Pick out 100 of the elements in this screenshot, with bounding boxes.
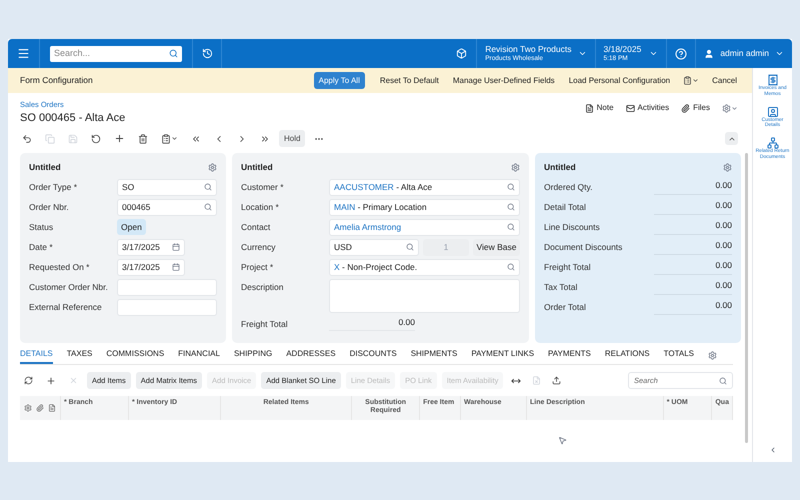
tab[interactable]: TAXES [66,346,92,364]
scrollbar[interactable] [745,152,748,443]
tab[interactable]: ADDRESSES [286,346,336,364]
header-action[interactable]: Files [681,102,710,114]
lookup-field[interactable]: MAIN - Primary Location [329,198,520,216]
field-label: Status [29,220,54,234]
history-icon[interactable] [202,48,212,59]
search-icon [507,223,515,231]
field-label: Line Discounts [544,220,601,234]
field-label: Document Discounts [544,240,624,254]
config-button[interactable]: Load Personal Configuration [562,74,678,86]
add-icon[interactable] [114,133,125,144]
field-label: Detail Total [544,200,587,214]
search-icon [507,263,515,271]
tab[interactable]: SHIPMENTS [410,346,458,364]
search-field[interactable]: Search... [50,46,182,62]
first-icon[interactable] [191,134,201,144]
tab[interactable]: TOTALS [664,346,694,364]
hold-button[interactable]: Hold [279,130,306,148]
lookup-field[interactable]: 000465 [117,198,217,216]
date-field[interactable]: 3/17/2025 [117,238,185,256]
search-icon [507,183,515,191]
tab[interactable]: COMMISSIONS [106,346,164,364]
field-label: Freight Total [544,260,592,274]
activities-icon [626,104,635,112]
user-icon [704,48,714,58]
field-label: Contact [241,220,272,234]
add-icon[interactable] [46,376,56,386]
field-label: Description [241,280,285,294]
apply-button[interactable]: Apply To All [314,72,365,89]
total-value: 0.00 [654,218,732,236]
field-label: Location * [241,200,280,214]
field-label: Currency [241,240,276,254]
freight-total-value: 0.00 [329,316,415,332]
field-label: External Reference [29,300,103,314]
lookup-field[interactable]: SO [117,178,217,196]
menu-icon[interactable] [17,47,30,60]
files-icon [681,104,690,112]
settings-icon[interactable] [723,162,732,172]
search-icon [406,243,414,251]
tab[interactable]: SHIPPING [234,346,272,364]
config-button[interactable]: Cancel [705,74,744,86]
tab[interactable]: PAYMENTS [548,346,591,364]
tab[interactable]: PAYMENT LINKS [471,346,534,364]
lookup-field[interactable]: AACUSTOMER - Alta Ace [329,178,520,196]
lookup-field[interactable]: X - Non-Project Code. [329,258,520,276]
help-icon[interactable] [675,48,688,60]
card-title: Untitled [29,160,61,174]
config-button[interactable]: Reset To Default [372,74,446,86]
config-button[interactable]: Manage User-Defined Fields [446,74,562,86]
caret-icon [578,49,586,58]
settings-icon[interactable] [722,104,738,112]
tab[interactable]: FINANCIAL [178,346,220,364]
description-field[interactable] [329,278,520,312]
field-label: Project * [241,260,274,274]
settings-icon[interactable] [511,162,520,172]
user-menu[interactable]: admin admin [696,39,792,68]
caret-icon [775,49,784,58]
upload-icon[interactable] [552,376,562,386]
field-label: Customer Order Nbr. [29,280,109,294]
lookup-field[interactable]: Amelia Armstrong [329,218,520,236]
tab[interactable]: DISCOUNTS [350,346,397,364]
tab[interactable]: DETAILS [20,346,53,364]
currency-field[interactable]: USD [329,238,419,256]
tab[interactable]: RELATIONS [604,346,650,364]
search-icon [719,376,727,385]
card-title: Untitled [544,160,576,174]
note-icon [48,404,56,412]
date-field[interactable]: 3/17/2025 [117,258,185,276]
header-action[interactable]: Note [584,102,614,114]
cube-icon[interactable] [456,48,468,59]
settings-icon[interactable] [208,162,217,172]
undo-icon[interactable] [91,134,101,144]
field-label: Order Type * [29,180,78,194]
clipboard-icon[interactable] [161,134,178,144]
search-icon [204,203,212,211]
delete-icon[interactable] [138,134,148,144]
back-icon[interactable] [22,134,32,144]
clipboard-icon[interactable] [683,76,700,85]
total-value: 0.00 [654,198,732,216]
input-field[interactable] [117,278,217,296]
caret-icon [649,49,658,58]
field-label: Order Total [544,300,587,314]
refresh-icon[interactable] [24,376,33,386]
field-label: Tax Total [544,280,578,294]
total-value: 0.00 [654,278,732,296]
field-label: Requested On * [29,260,90,274]
header-action[interactable]: Activities [626,102,670,114]
last-icon[interactable] [260,134,270,144]
settings-icon[interactable] [24,404,32,412]
input-field[interactable] [117,298,217,316]
page-title: SO 000465 - Alta Ace [20,111,126,126]
cursor-icon [558,436,567,445]
settings-icon[interactable] [708,350,718,360]
view-base-button[interactable]: View Base [473,238,520,256]
collapse-button[interactable] [725,132,738,146]
field-label: Order Nbr. [29,200,70,214]
total-value: 0.00 [654,258,732,276]
search-input[interactable]: Search... [54,46,154,60]
calendar-icon [172,243,180,251]
